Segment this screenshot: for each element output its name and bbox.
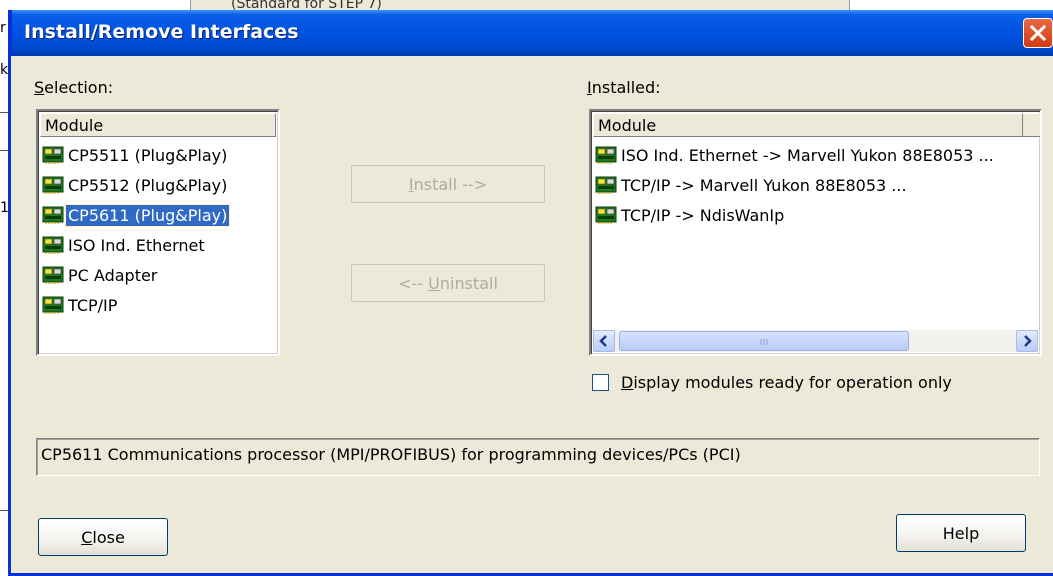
list-item[interactable]: TCP/IP -> NdisWanIp <box>595 201 786 229</box>
network-card-icon <box>42 146 64 164</box>
list-item-label: CP5512 (Plug&Play) <box>68 175 228 195</box>
installed-label: Installed: <box>587 78 661 97</box>
uninstall-button-prefix: <-- <box>398 273 429 293</box>
uninstall-button-label-key: U <box>428 273 440 293</box>
list-item[interactable]: CP5512 (Plug&Play) <box>42 171 229 199</box>
list-item-label: PC Adapter <box>68 265 158 285</box>
horizontal-scrollbar[interactable] <box>593 330 1038 352</box>
install-remove-interfaces-dialog: Install/Remove Interfaces Selection: Mod… <box>8 10 1053 576</box>
list-item[interactable]: CP5611 (Plug&Play) <box>42 201 231 229</box>
module-description: CP5611 Communications processor (MPI/PRO… <box>36 438 1040 476</box>
scroll-right-button[interactable] <box>1016 330 1038 352</box>
help-button-label: Help <box>942 523 980 543</box>
background-edge-fragment: k <box>0 62 9 78</box>
selection-label: Selection: <box>34 78 114 97</box>
help-button[interactable]: Help <box>896 514 1026 552</box>
chevron-right-icon <box>1024 335 1032 347</box>
list-item-label: TCP/IP <box>68 295 118 315</box>
uninstall-button[interactable]: <-- Uninstall <box>351 264 545 302</box>
close-button-label: lose <box>92 527 125 547</box>
close-window-button[interactable] <box>1023 18 1053 48</box>
background-divider <box>0 112 8 113</box>
network-card-icon <box>595 176 617 194</box>
list-item-label: TCP/IP -> Marvell Yukon 88E8053 ... <box>621 175 907 195</box>
column-header-label: Module <box>45 116 104 135</box>
module-description-text: CP5611 Communications processor (MPI/PRO… <box>41 445 741 464</box>
network-card-icon <box>42 176 64 194</box>
close-button[interactable]: Close <box>38 518 168 556</box>
column-header-filler <box>1023 113 1040 137</box>
install-button-label: nstall --> <box>413 174 488 194</box>
network-card-icon <box>42 296 64 314</box>
background-divider <box>0 150 8 151</box>
background-edge-fragment: r <box>0 20 6 36</box>
column-header-label: Module <box>598 116 657 135</box>
list-item[interactable]: ISO Ind. Ethernet -> Marvell Yukon 88E80… <box>595 141 996 169</box>
chevron-left-icon <box>599 335 607 347</box>
scroll-left-button[interactable] <box>593 330 615 352</box>
list-item[interactable]: CP5511 (Plug&Play) <box>42 141 229 169</box>
list-item-label: ISO Ind. Ethernet -> Marvell Yukon 88E80… <box>621 145 994 165</box>
list-item[interactable]: TCP/IP -> Marvell Yukon 88E8053 ... <box>595 171 909 199</box>
grip-icon <box>760 339 768 345</box>
network-card-icon <box>42 206 64 224</box>
list-item[interactable]: TCP/IP <box>42 291 119 319</box>
selection-column-header-module[interactable]: Module <box>40 113 276 137</box>
network-card-icon <box>595 206 617 224</box>
scrollbar-thumb[interactable] <box>619 331 909 351</box>
list-item[interactable]: ISO Ind. Ethernet <box>42 231 207 259</box>
installed-column-header-module[interactable]: Module <box>593 113 1023 137</box>
selection-listbox[interactable]: Module CP5511 (Plug&Play) CP5512 (Plug&Pl… <box>36 109 280 356</box>
list-item-label: CP5611 (Plug&Play) <box>64 203 231 227</box>
close-button-label-key: C <box>81 527 93 547</box>
uninstall-button-label: ninstall <box>439 273 498 293</box>
network-card-icon <box>42 266 64 284</box>
network-card-icon <box>42 236 64 254</box>
ready-only-checkbox[interactable] <box>592 374 609 391</box>
list-item-label: ISO Ind. Ethernet <box>68 235 205 255</box>
dialog-title: Install/Remove Interfaces <box>24 21 299 43</box>
install-button[interactable]: Install --> <box>351 165 545 203</box>
background-divider <box>0 510 8 511</box>
list-item[interactable]: PC Adapter <box>42 261 159 289</box>
list-item-label: TCP/IP -> NdisWanIp <box>621 205 785 225</box>
list-item-label: CP5511 (Plug&Play) <box>68 145 228 165</box>
ready-only-label[interactable]: Display modules ready for operation only <box>621 373 952 392</box>
network-card-icon <box>595 146 617 164</box>
installed-listbox[interactable]: Module ISO Ind. Ethernet -> Marvell Yuko… <box>589 109 1042 356</box>
close-icon <box>1029 24 1047 42</box>
title-bar[interactable]: Install/Remove Interfaces <box>11 10 1053 56</box>
